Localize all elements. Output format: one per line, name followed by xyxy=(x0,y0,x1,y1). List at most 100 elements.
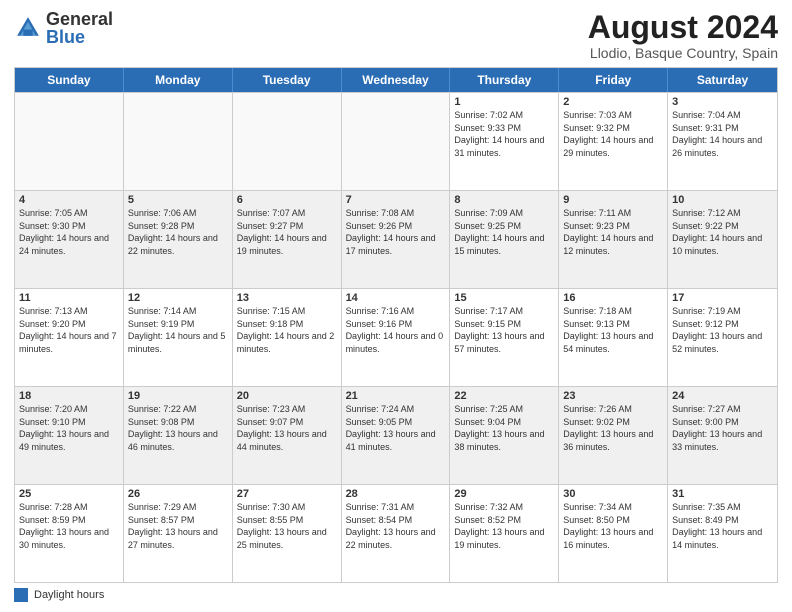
day-number: 8 xyxy=(454,194,554,206)
table-row: 25Sunrise: 7:28 AM Sunset: 8:59 PM Dayli… xyxy=(15,485,124,582)
day-detail-text: Sunrise: 7:13 AM Sunset: 9:20 PM Dayligh… xyxy=(19,305,119,355)
legend-label: Daylight hours xyxy=(34,589,104,601)
day-number: 26 xyxy=(128,488,228,500)
day-number: 11 xyxy=(19,292,119,304)
table-row: 2Sunrise: 7:03 AM Sunset: 9:32 PM Daylig… xyxy=(559,93,668,190)
day-detail-text: Sunrise: 7:27 AM Sunset: 9:00 PM Dayligh… xyxy=(672,403,773,453)
table-row xyxy=(342,93,451,190)
calendar-week-row: 11Sunrise: 7:13 AM Sunset: 9:20 PM Dayli… xyxy=(15,288,777,386)
table-row: 11Sunrise: 7:13 AM Sunset: 9:20 PM Dayli… xyxy=(15,289,124,386)
calendar-body: 1Sunrise: 7:02 AM Sunset: 9:33 PM Daylig… xyxy=(15,92,777,582)
calendar-header-day: Wednesday xyxy=(342,68,451,92)
calendar-header-day: Monday xyxy=(124,68,233,92)
day-number: 20 xyxy=(237,390,337,402)
day-number: 14 xyxy=(346,292,446,304)
day-detail-text: Sunrise: 7:18 AM Sunset: 9:13 PM Dayligh… xyxy=(563,305,663,355)
day-detail-text: Sunrise: 7:23 AM Sunset: 9:07 PM Dayligh… xyxy=(237,403,337,453)
day-number: 18 xyxy=(19,390,119,402)
table-row xyxy=(124,93,233,190)
calendar-header-day: Sunday xyxy=(15,68,124,92)
page: General Blue August 2024 Llodio, Basque … xyxy=(0,0,792,612)
day-number: 28 xyxy=(346,488,446,500)
day-detail-text: Sunrise: 7:28 AM Sunset: 8:59 PM Dayligh… xyxy=(19,501,119,551)
table-row: 13Sunrise: 7:15 AM Sunset: 9:18 PM Dayli… xyxy=(233,289,342,386)
day-detail-text: Sunrise: 7:08 AM Sunset: 9:26 PM Dayligh… xyxy=(346,207,446,257)
logo: General Blue xyxy=(14,10,113,46)
table-row: 26Sunrise: 7:29 AM Sunset: 8:57 PM Dayli… xyxy=(124,485,233,582)
table-row: 22Sunrise: 7:25 AM Sunset: 9:04 PM Dayli… xyxy=(450,387,559,484)
day-number: 30 xyxy=(563,488,663,500)
day-number: 25 xyxy=(19,488,119,500)
page-subtitle: Llodio, Basque Country, Spain xyxy=(588,45,778,61)
table-row xyxy=(15,93,124,190)
day-detail-text: Sunrise: 7:12 AM Sunset: 9:22 PM Dayligh… xyxy=(672,207,773,257)
table-row: 19Sunrise: 7:22 AM Sunset: 9:08 PM Dayli… xyxy=(124,387,233,484)
day-detail-text: Sunrise: 7:11 AM Sunset: 9:23 PM Dayligh… xyxy=(563,207,663,257)
day-number: 6 xyxy=(237,194,337,206)
table-row: 15Sunrise: 7:17 AM Sunset: 9:15 PM Dayli… xyxy=(450,289,559,386)
table-row: 14Sunrise: 7:16 AM Sunset: 9:16 PM Dayli… xyxy=(342,289,451,386)
day-detail-text: Sunrise: 7:22 AM Sunset: 9:08 PM Dayligh… xyxy=(128,403,228,453)
logo-blue-text: Blue xyxy=(46,28,113,46)
table-row: 10Sunrise: 7:12 AM Sunset: 9:22 PM Dayli… xyxy=(668,191,777,288)
day-number: 16 xyxy=(563,292,663,304)
table-row: 12Sunrise: 7:14 AM Sunset: 9:19 PM Dayli… xyxy=(124,289,233,386)
table-row: 6Sunrise: 7:07 AM Sunset: 9:27 PM Daylig… xyxy=(233,191,342,288)
table-row: 30Sunrise: 7:34 AM Sunset: 8:50 PM Dayli… xyxy=(559,485,668,582)
table-row: 9Sunrise: 7:11 AM Sunset: 9:23 PM Daylig… xyxy=(559,191,668,288)
day-detail-text: Sunrise: 7:03 AM Sunset: 9:32 PM Dayligh… xyxy=(563,109,663,159)
table-row: 17Sunrise: 7:19 AM Sunset: 9:12 PM Dayli… xyxy=(668,289,777,386)
table-row: 23Sunrise: 7:26 AM Sunset: 9:02 PM Dayli… xyxy=(559,387,668,484)
title-block: August 2024 Llodio, Basque Country, Spai… xyxy=(588,10,778,61)
calendar-week-row: 25Sunrise: 7:28 AM Sunset: 8:59 PM Dayli… xyxy=(15,484,777,582)
day-number: 2 xyxy=(563,96,663,108)
day-detail-text: Sunrise: 7:15 AM Sunset: 9:18 PM Dayligh… xyxy=(237,305,337,355)
day-number: 1 xyxy=(454,96,554,108)
day-detail-text: Sunrise: 7:07 AM Sunset: 9:27 PM Dayligh… xyxy=(237,207,337,257)
day-detail-text: Sunrise: 7:25 AM Sunset: 9:04 PM Dayligh… xyxy=(454,403,554,453)
day-detail-text: Sunrise: 7:02 AM Sunset: 9:33 PM Dayligh… xyxy=(454,109,554,159)
logo-general-text: General xyxy=(46,10,113,28)
table-row: 8Sunrise: 7:09 AM Sunset: 9:25 PM Daylig… xyxy=(450,191,559,288)
day-detail-text: Sunrise: 7:06 AM Sunset: 9:28 PM Dayligh… xyxy=(128,207,228,257)
day-detail-text: Sunrise: 7:20 AM Sunset: 9:10 PM Dayligh… xyxy=(19,403,119,453)
table-row: 4Sunrise: 7:05 AM Sunset: 9:30 PM Daylig… xyxy=(15,191,124,288)
day-number: 9 xyxy=(563,194,663,206)
day-number: 27 xyxy=(237,488,337,500)
page-title: August 2024 xyxy=(588,10,778,45)
calendar-header-day: Tuesday xyxy=(233,68,342,92)
day-detail-text: Sunrise: 7:29 AM Sunset: 8:57 PM Dayligh… xyxy=(128,501,228,551)
table-row: 28Sunrise: 7:31 AM Sunset: 8:54 PM Dayli… xyxy=(342,485,451,582)
day-number: 5 xyxy=(128,194,228,206)
day-detail-text: Sunrise: 7:14 AM Sunset: 9:19 PM Dayligh… xyxy=(128,305,228,355)
day-number: 17 xyxy=(672,292,773,304)
table-row: 16Sunrise: 7:18 AM Sunset: 9:13 PM Dayli… xyxy=(559,289,668,386)
table-row: 1Sunrise: 7:02 AM Sunset: 9:33 PM Daylig… xyxy=(450,93,559,190)
day-detail-text: Sunrise: 7:34 AM Sunset: 8:50 PM Dayligh… xyxy=(563,501,663,551)
calendar-week-row: 18Sunrise: 7:20 AM Sunset: 9:10 PM Dayli… xyxy=(15,386,777,484)
calendar-week-row: 1Sunrise: 7:02 AM Sunset: 9:33 PM Daylig… xyxy=(15,92,777,190)
table-row: 7Sunrise: 7:08 AM Sunset: 9:26 PM Daylig… xyxy=(342,191,451,288)
day-detail-text: Sunrise: 7:05 AM Sunset: 9:30 PM Dayligh… xyxy=(19,207,119,257)
footer: Daylight hours xyxy=(14,588,778,602)
table-row: 31Sunrise: 7:35 AM Sunset: 8:49 PM Dayli… xyxy=(668,485,777,582)
day-number: 15 xyxy=(454,292,554,304)
day-number: 21 xyxy=(346,390,446,402)
calendar-header: SundayMondayTuesdayWednesdayThursdayFrid… xyxy=(15,68,777,92)
day-number: 10 xyxy=(672,194,773,206)
day-detail-text: Sunrise: 7:19 AM Sunset: 9:12 PM Dayligh… xyxy=(672,305,773,355)
logo-text: General Blue xyxy=(46,10,113,46)
calendar-week-row: 4Sunrise: 7:05 AM Sunset: 9:30 PM Daylig… xyxy=(15,190,777,288)
day-number: 4 xyxy=(19,194,119,206)
day-detail-text: Sunrise: 7:35 AM Sunset: 8:49 PM Dayligh… xyxy=(672,501,773,551)
table-row: 20Sunrise: 7:23 AM Sunset: 9:07 PM Dayli… xyxy=(233,387,342,484)
table-row: 18Sunrise: 7:20 AM Sunset: 9:10 PM Dayli… xyxy=(15,387,124,484)
calendar-header-day: Thursday xyxy=(450,68,559,92)
day-detail-text: Sunrise: 7:26 AM Sunset: 9:02 PM Dayligh… xyxy=(563,403,663,453)
table-row: 21Sunrise: 7:24 AM Sunset: 9:05 PM Dayli… xyxy=(342,387,451,484)
legend-color-box xyxy=(14,588,28,602)
day-number: 23 xyxy=(563,390,663,402)
calendar-header-day: Friday xyxy=(559,68,668,92)
day-detail-text: Sunrise: 7:32 AM Sunset: 8:52 PM Dayligh… xyxy=(454,501,554,551)
day-detail-text: Sunrise: 7:04 AM Sunset: 9:31 PM Dayligh… xyxy=(672,109,773,159)
